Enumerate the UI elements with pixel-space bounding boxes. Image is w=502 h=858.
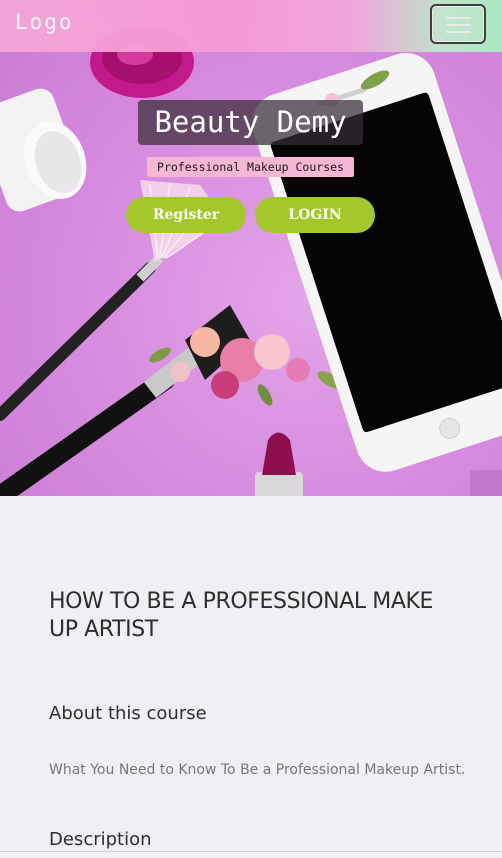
hamburger-menu-icon	[446, 17, 471, 19]
about-text: What You Need to Know To Be a Profession…	[49, 762, 466, 778]
hamburger-menu-icon	[446, 24, 471, 26]
hamburger-menu-icon	[446, 31, 471, 33]
register-button[interactable]: Register	[126, 197, 246, 233]
cream-jar-image	[0, 88, 87, 212]
hero-section	[0, 0, 502, 496]
about-heading: About this course	[49, 703, 207, 724]
login-button[interactable]: LOGIN	[255, 197, 375, 233]
hero-background-image	[0, 26, 502, 496]
hero-title: Beauty Demy	[138, 100, 363, 145]
divider	[0, 851, 502, 852]
logo[interactable]: Logo	[15, 10, 74, 34]
course-section: HOW TO BE A PROFESSIONAL MAKE UP ARTIST …	[0, 496, 502, 858]
navbar: Logo	[0, 0, 502, 52]
menu-toggle-button[interactable]	[430, 4, 486, 44]
description-heading: Description	[49, 829, 152, 850]
lipstick-image	[255, 432, 303, 496]
course-title: HOW TO BE A PROFESSIONAL MAKE UP ARTIST	[49, 589, 434, 642]
hero-subtitle: Professional Makeup Courses	[147, 157, 354, 177]
flowers-image	[149, 327, 343, 406]
